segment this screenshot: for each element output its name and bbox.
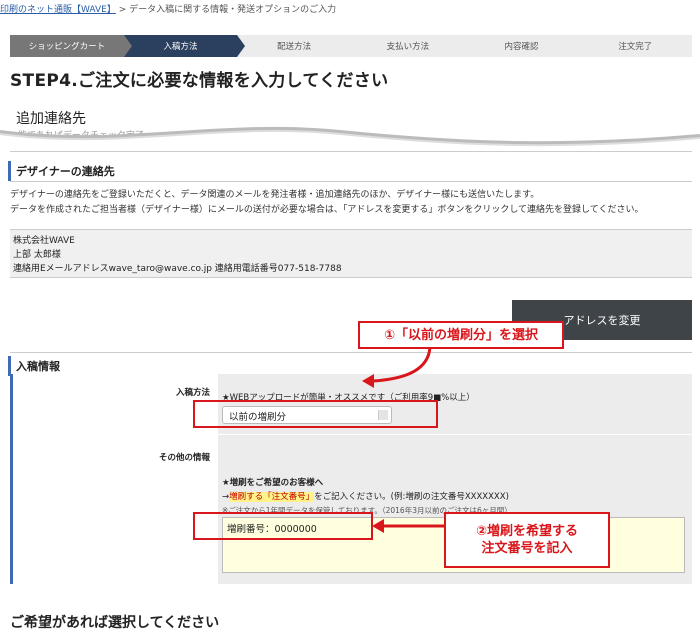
callout-line-2: 注文番号を記入 [481, 541, 573, 556]
options-section-title: ご希望があれば選択してください [10, 615, 220, 631]
step-confirm: 内容確認 [504, 42, 539, 52]
breadcrumb-current: データ入稿に関する情報・発送オプションのご入力 [129, 5, 337, 15]
callout-order-number: ②増刷を希望する 注文番号を記入 [444, 512, 610, 568]
reprint-emphasis: 増刷する「注文番号」 [229, 492, 315, 502]
designer-desc-2: データを作成されたご担当者様（デザイナー様）にメールの送付が必要な場合は、「アド… [10, 205, 644, 215]
submission-info-title-text: 入稿情報 [16, 360, 60, 373]
divider [10, 151, 692, 152]
divider [10, 181, 692, 182]
checkout-steps: ショッピングカート 入稿方法 配送方法 支払い方法 内容確認 注文完了 [10, 35, 692, 57]
annotation-arrow-2 [372, 519, 444, 533]
designer-contact-box: 株式会社WAVE 上部 太郎様 連絡用Eメールアドレスwave_taro@wav… [10, 229, 692, 278]
callout-line-1: ②増刷を希望する [475, 524, 578, 539]
designer-desc-1: デザイナーの連絡先をご登録いただくと、データ関連のメールを発注者様・追加連絡先の… [10, 190, 540, 200]
form-labels-column: 入稿方法 その他の情報 [16, 374, 218, 584]
breadcrumb-separator: > [118, 5, 127, 15]
step-payment: 支払い方法 [386, 42, 430, 52]
divider [10, 352, 692, 353]
submission-info-title: 入稿情報 [8, 356, 60, 376]
row-separator [218, 434, 692, 435]
reprint-instruction-text: をご記入ください。(例:増刷の注文番号XXXXXXX) [314, 492, 509, 502]
step-submission: 入稿方法 [123, 35, 245, 57]
designer-contact-line: 連絡用Eメールアドレスwave_taro@wave.co.jp 連絡用電話番号0… [13, 264, 342, 274]
designer-name: 上部 太郎様 [13, 250, 61, 260]
page-title: STEP4.ご注文に必要な情報を入力してください [10, 71, 389, 91]
breadcrumb: 印刷のネット通販【WAVE】 > データ入稿に関する情報・発送オプションのご入力 [0, 2, 336, 15]
submission-method-label: 入稿方法 [175, 388, 210, 398]
other-info-label: その他の情報 [158, 453, 210, 463]
cut-wave-divider [0, 126, 700, 164]
reprint-heading: ★増刷をご希望のお客様へ [222, 478, 324, 488]
designer-contact-title: デザイナーの連絡先 [8, 161, 115, 181]
designer-contact-title-text: デザイナーの連絡先 [16, 165, 115, 178]
step-shipping: 配送方法 [277, 42, 312, 52]
step-complete: 注文完了 [618, 42, 653, 52]
callout-select: ①「以前の増刷分」を選択 [358, 321, 564, 349]
designer-company: 株式会社WAVE [13, 236, 75, 246]
step-cart[interactable]: ショッピングカート [10, 35, 132, 57]
breadcrumb-home-link[interactable]: 印刷のネット通販【WAVE】 [0, 5, 116, 15]
reprint-instruction: →増刷する「注文番号」をご記入ください。(例:増刷の注文番号XXXXXXX) [222, 490, 509, 502]
annotation-box-textarea [193, 512, 373, 540]
annotation-arrow-1 [362, 344, 432, 388]
